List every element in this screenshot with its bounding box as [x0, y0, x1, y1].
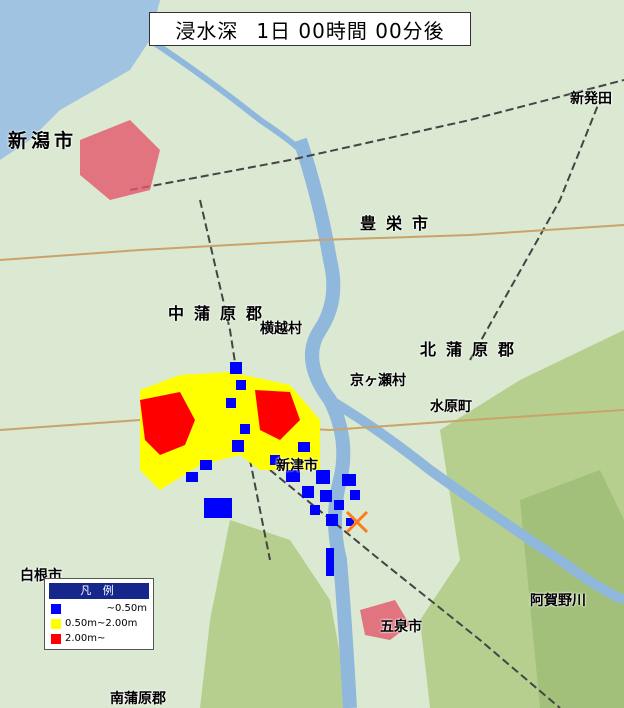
flood-map: 浸水深 1日 00時間 00分後 新潟市 豊栄市 北蒲原郡 中蒲原郡 新津市 五… [0, 0, 624, 708]
place-kyogase: 京ヶ瀬村 [350, 373, 406, 389]
place-niitsu: 新津市 [276, 458, 318, 474]
legend-row-shallow: ~0.50m [45, 601, 153, 616]
place-kitakanbara: 北蒲原郡 [420, 340, 525, 359]
place-aganogawa: 阿賀野川 [530, 593, 586, 609]
legend-swatch-mid [51, 618, 61, 629]
place-minamikanbara: 南蒲原郡 [110, 691, 166, 707]
road-a [0, 224, 624, 261]
place-niigata: 新潟市 [8, 130, 78, 152]
rail-line-1 [129, 79, 624, 191]
time-title: 浸水深 1日 00時間 00分後 [149, 12, 471, 46]
legend-label-deep: 2.00m~ [65, 633, 106, 644]
place-gosen: 五泉市 [380, 619, 422, 635]
legend-swatch-deep [51, 633, 61, 644]
tributary [148, 37, 303, 153]
place-toyosaka: 豊栄市 [360, 214, 439, 233]
title-time: 1日 00時間 00分後 [256, 18, 445, 43]
legend-row-mid: 0.50m~2.00m [45, 616, 153, 631]
title-label: 浸水深 [175, 18, 239, 43]
legend-swatch-shallow [51, 603, 61, 614]
niigata-urban [80, 120, 160, 200]
place-yokogoshi: 横越村 [260, 321, 302, 337]
place-nakakanbara: 中蒲原郡 [168, 304, 273, 323]
legend-box: 凡 例 ~0.50m 0.50m~2.00m 2.00m~ [44, 578, 154, 650]
legend-row-deep: 2.00m~ [45, 631, 153, 646]
legend-label-shallow: ~0.50m [106, 603, 147, 614]
legend-label-mid: 0.50m~2.00m [65, 618, 138, 629]
place-suibara: 水原町 [430, 399, 472, 415]
place-shibata: 新発田 [570, 91, 612, 107]
legend-title: 凡 例 [49, 583, 149, 599]
